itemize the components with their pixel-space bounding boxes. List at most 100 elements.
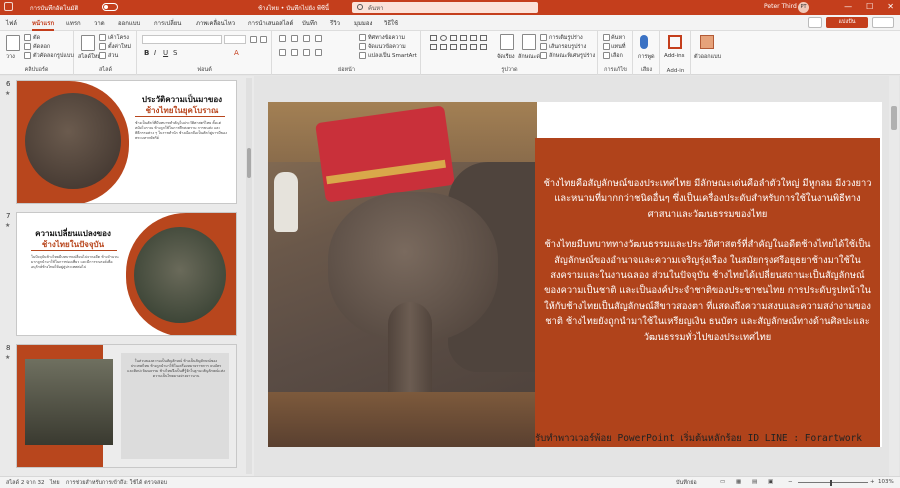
slide-thumbnail[interactable]: ความเปลี่ยนแปลงของ ช้างไทยในปัจจุบัน ในป… [16,212,237,336]
shape-fill-icon[interactable] [540,34,547,41]
thumbnails-scrollbar[interactable] [246,78,252,474]
smartart-icon[interactable] [359,52,366,59]
tab-home[interactable]: หน้าแรก [32,18,55,31]
find-icon[interactable] [603,34,610,41]
paragraph-2[interactable]: ช้างไทยมีบทบาททางวัฒนธรรมและประวัติศาสตร… [535,237,880,345]
align-right-icon[interactable] [303,49,310,56]
slide-sorter-icon[interactable]: ▦ [736,479,741,485]
font-size-combo[interactable] [224,35,246,44]
justify-icon[interactable] [315,49,322,56]
tab-record[interactable]: บันทึก [302,18,318,28]
autosave-icon[interactable] [4,2,13,11]
bracket-shape-icon[interactable] [450,44,457,50]
reading-view-icon[interactable]: ▤ [752,479,757,485]
paste-label[interactable]: วาง [6,53,15,61]
smartart-label[interactable]: แปลงเป็น SmartArt [368,52,417,60]
format-painter-label[interactable]: ตัวคัดลอกรูปแบบ [33,52,74,60]
section-icon[interactable] [99,52,106,59]
increase-indent-icon[interactable] [315,35,322,42]
scrollbar-thumb[interactable] [247,148,251,178]
numbering-icon[interactable] [291,35,298,42]
addins-icon[interactable] [668,35,682,49]
align-text-label[interactable]: จัดแนวข้อความ [368,43,406,51]
zoom-in-icon[interactable]: + [870,479,875,485]
align-text-icon[interactable] [359,43,366,50]
minimize-button[interactable]: — [844,2,852,11]
notes-button[interactable]: บันทึกย่อ [676,479,697,487]
footer-note[interactable]: รับทำพาวเวอร์พ้อย PowerPoint เริ่มต้นหลั… [526,431,866,446]
bold-icon[interactable]: B [144,49,149,57]
shape-fill-label[interactable]: การเติมรูปร่าง [549,34,583,42]
callout-shape-icon[interactable] [470,44,477,50]
cut-label[interactable]: ตัด [33,34,40,42]
bullets-icon[interactable] [279,35,286,42]
arrange-label[interactable]: จัดเรียง [497,53,515,61]
document-title[interactable]: ช้างไทย • บันทึกไปยัง พีซีนี้ [258,3,329,13]
select-icon[interactable] [603,52,610,59]
close-button[interactable]: ✕ [887,2,894,11]
editor-scrollbar[interactable] [889,76,899,476]
arrow-shape-icon[interactable] [470,35,477,41]
tab-transitions[interactable]: การเปลี่ยน [154,18,181,28]
reset-icon[interactable] [99,43,106,50]
shadow-icon[interactable]: S [173,49,177,57]
triangle-shape-icon[interactable] [480,35,487,41]
paste-icon[interactable] [6,35,20,51]
maximize-button[interactable]: ☐ [866,2,873,11]
tab-review[interactable]: รีวิว [330,18,340,28]
zoom-out-icon[interactable]: − [788,479,793,485]
section-label[interactable]: ส่วน [108,52,118,60]
elephant-photo[interactable] [268,102,537,447]
microphone-icon[interactable] [640,35,648,49]
oval-shape-icon[interactable] [440,35,447,41]
select-label[interactable]: เลือก [611,52,623,60]
slideshow-icon[interactable]: ▣ [768,479,773,485]
tab-design[interactable]: ออกแบบ [118,18,140,28]
tab-help[interactable]: วิธีใช้ [384,18,398,28]
avatar[interactable]: PT [798,2,809,13]
tab-insert[interactable]: แทรก [66,18,81,28]
share-button[interactable]: แบ่งปัน [826,17,868,28]
layout-icon[interactable] [99,34,106,41]
content-text-box[interactable]: ช้างไทยคือสัญลักษณ์ของประเทศไทย มีลักษณะ… [535,138,880,447]
addins-label[interactable]: Add-ins [664,53,685,59]
align-left-icon[interactable] [279,49,286,56]
dictate-label[interactable]: การพูด [638,53,655,61]
designer-label[interactable]: ตัวออกแบบ [694,53,721,61]
textbox-shape-icon[interactable] [450,35,457,41]
copy-label[interactable]: คัดลอก [33,43,50,51]
more-shapes-icon[interactable] [480,44,487,50]
language-indicator[interactable]: ไทย [50,479,60,487]
underline-icon[interactable]: U [163,49,168,57]
shrink-font-icon[interactable] [260,36,267,43]
line-shape-icon[interactable] [460,35,467,41]
comments-button[interactable] [808,17,822,28]
paragraph-1[interactable]: ช้างไทยคือสัญลักษณ์ของประเทศไทย มีลักษณะ… [535,176,880,222]
shape-effects-icon[interactable] [540,52,547,59]
align-center-icon[interactable] [291,49,298,56]
tab-draw[interactable]: วาด [94,18,105,28]
star-shape-icon[interactable] [440,44,447,50]
user-name[interactable]: Peter Third [764,3,797,10]
slide-thumbnail[interactable]: ประวัติความเป็นมาของ ช้างไทยในยุคโบราณ ช… [16,80,237,204]
slide-thumbnail[interactable]: ในส่วนของความเป็นสัญลักษณ์ ช้างเป็นสัญลั… [16,344,237,468]
replace-label[interactable]: แทนที่ [611,43,626,51]
tab-animations[interactable]: ภาพเคลื่อนไหว [196,18,235,28]
italic-icon[interactable]: I [154,49,156,57]
ribbon-options-button[interactable] [872,17,894,28]
grow-font-icon[interactable] [250,36,257,43]
tab-view[interactable]: มุมมอง [354,18,372,28]
scrollbar-thumb[interactable] [891,106,897,130]
quick-styles-icon[interactable] [522,34,536,50]
text-direction-icon[interactable] [359,34,366,41]
new-slide-icon[interactable] [81,35,95,51]
arrange-icon[interactable] [500,34,514,50]
normal-view-icon[interactable]: ▭ [720,479,725,485]
shape-outline-icon[interactable] [540,43,547,50]
layout-label[interactable]: เค้าโครง [108,34,129,42]
text-direction-label[interactable]: ทิศทางข้อความ [368,34,405,42]
reset-label[interactable]: ตั้งค่าใหม่ [108,43,131,51]
zoom-level[interactable]: 103% [878,479,894,485]
rectangle-shape-icon[interactable] [430,35,437,41]
tab-file[interactable]: ไฟล์ [6,18,17,28]
